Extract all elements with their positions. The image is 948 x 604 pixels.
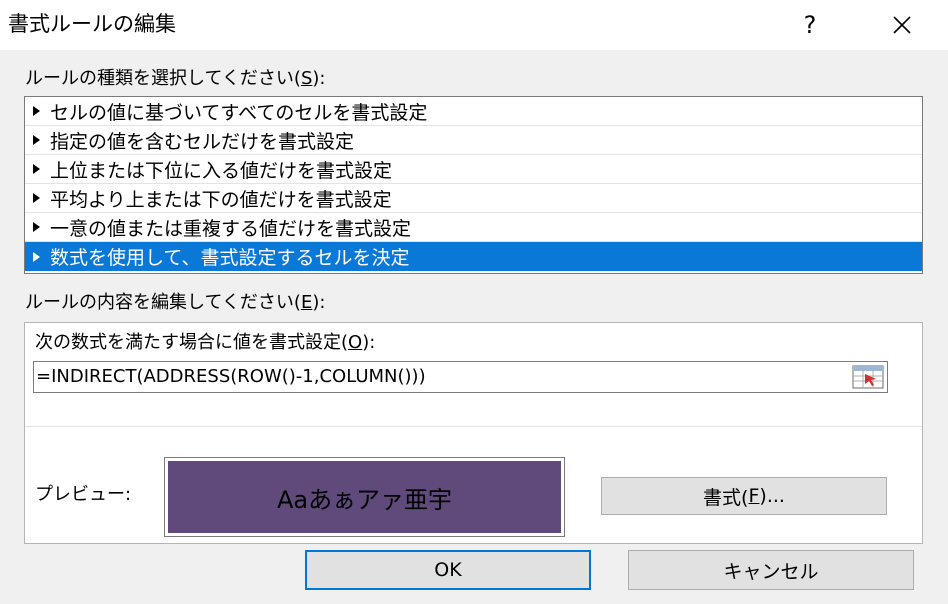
triangle-bullet-icon: [33, 251, 40, 262]
triangle-bullet-icon: [33, 106, 40, 116]
panel-divider: [25, 426, 922, 427]
dialog-title: 書式ルールの編集: [8, 12, 176, 36]
rule-edit-label: ルールの内容を編集してください(E):: [25, 292, 326, 313]
rule-type-item-selected[interactable]: 数式を使用して、書式設定するセルを決定: [25, 242, 922, 271]
formula-label: 次の数式を満たす場合に値を書式設定(O):: [35, 332, 376, 353]
preview-sample: Aaあぁアァ亜宇: [168, 461, 561, 533]
ok-button[interactable]: OK: [305, 550, 591, 590]
close-button[interactable]: [872, 0, 932, 50]
format-button[interactable]: 書式(F)...: [601, 477, 887, 515]
preview-box: Aaあぁアァ亜宇: [164, 457, 565, 537]
triangle-bullet-icon: [33, 135, 40, 145]
close-icon: [893, 16, 911, 34]
triangle-bullet-icon: [33, 164, 40, 174]
triangle-bullet-icon: [33, 193, 40, 203]
rule-type-item[interactable]: 上位または下位に入る値だけを書式設定: [25, 155, 922, 184]
rule-edit-panel: 次の数式を満たす場合に値を書式設定(O): =INDIRECT(ADDRESS(…: [24, 322, 923, 544]
rule-type-item[interactable]: 一意の値または重複する値だけを書式設定: [25, 213, 922, 242]
rule-type-label: ルールの種類を選択してください(S):: [25, 68, 326, 89]
rule-type-item[interactable]: 指定の値を含むセルだけを書式設定: [25, 126, 922, 155]
help-icon: ?: [803, 11, 817, 39]
rule-type-item[interactable]: 平均より上または下の値だけを書式設定: [25, 184, 922, 213]
rule-type-list[interactable]: セルの値に基づいてすべてのセルを書式設定 指定の値を含むセルだけを書式設定 上位…: [24, 96, 923, 274]
rule-type-item[interactable]: セルの値に基づいてすべてのセルを書式設定: [25, 97, 922, 126]
formula-input[interactable]: =INDIRECT(ADDRESS(ROW()-1,COLUMN())): [33, 361, 888, 393]
edit-formatting-rule-dialog: 書式ルールの編集 ? ルールの種類を選択してください(S): セルの値に基づいて…: [0, 0, 948, 604]
range-select-button[interactable]: [851, 364, 885, 390]
range-select-icon: [852, 365, 884, 389]
cancel-button[interactable]: キャンセル: [628, 550, 914, 590]
preview-label: プレビュー:: [35, 484, 132, 505]
triangle-bullet-icon: [33, 222, 40, 232]
title-bar: 書式ルールの編集 ?: [0, 0, 948, 50]
help-button[interactable]: ?: [780, 0, 840, 50]
